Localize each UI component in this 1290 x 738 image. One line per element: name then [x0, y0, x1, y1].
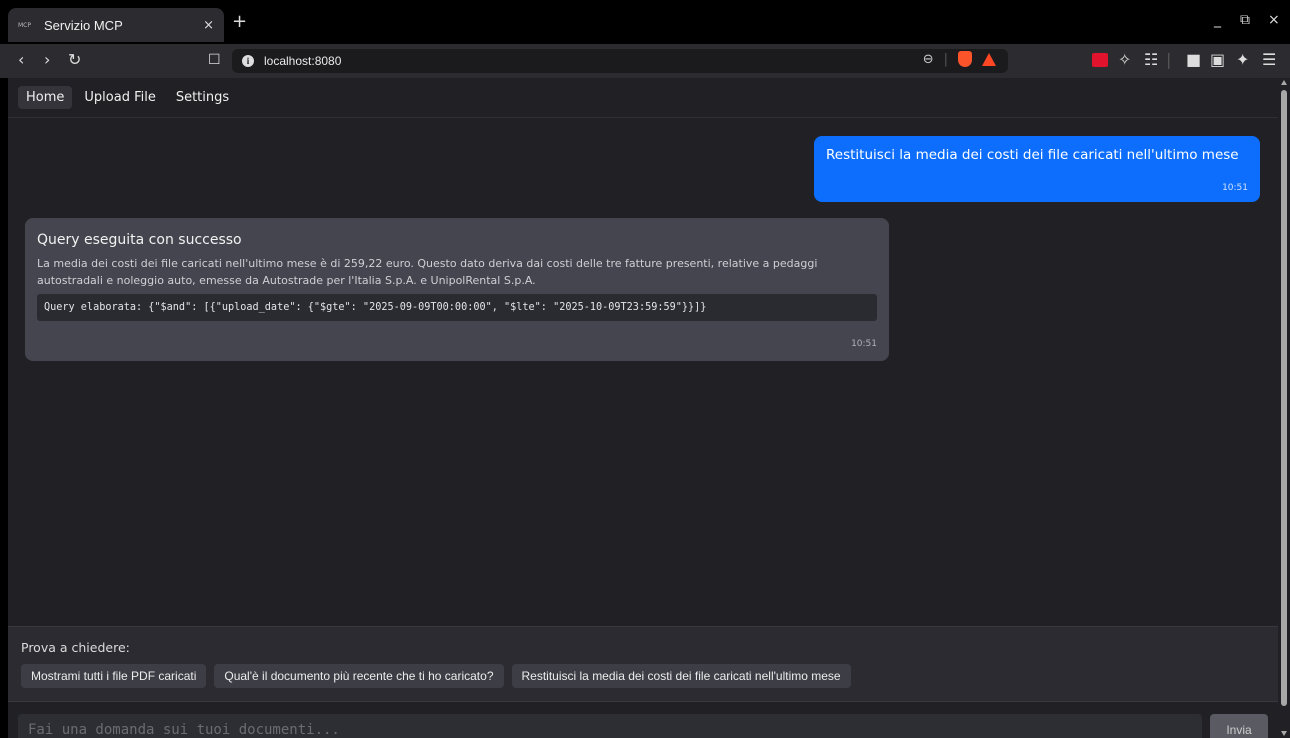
- browser-tab[interactable]: MCP Servizio MCP ×: [8, 8, 224, 42]
- nav-settings[interactable]: Settings: [168, 86, 237, 109]
- scroll-down-icon[interactable]: [1281, 731, 1287, 736]
- tab-strip: MCP Servizio MCP × + _ ⧉ ×: [0, 0, 1290, 44]
- browser-toolbar: ‹ › ↻ ☐ i localhost:8080 ⊖ | ✧ ☷ | ■ ▣ ✦…: [0, 44, 1290, 78]
- question-input[interactable]: [18, 714, 1202, 738]
- suggestion-chip[interactable]: Qual'è il documento più recente che ti h…: [214, 664, 504, 688]
- query-code-block: Query elaborata: {"$and": [{"upload_date…: [37, 294, 877, 321]
- bot-message: Query eseguita con successo La media dei…: [25, 218, 889, 361]
- new-tab-icon[interactable]: +: [232, 12, 247, 32]
- reload-icon[interactable]: ↻: [68, 50, 81, 70]
- mcp-favicon-icon: MCP: [18, 21, 31, 29]
- url-divider: |: [943, 51, 948, 67]
- bookmark-icon[interactable]: ☐: [208, 50, 221, 70]
- forward-icon[interactable]: ›: [44, 50, 50, 70]
- url-text: localhost:8080: [264, 54, 342, 68]
- sidebar-icon[interactable]: ■: [1186, 50, 1201, 70]
- tab-close-icon[interactable]: ×: [203, 18, 214, 33]
- menu-icon[interactable]: ☰: [1262, 50, 1276, 70]
- bot-message-body: La media dei costi dei file caricati nel…: [37, 257, 818, 287]
- web-page: Home Upload File Settings Restituisci la…: [8, 78, 1278, 738]
- address-bar[interactable]: i localhost:8080 ⊖ |: [232, 49, 1008, 73]
- bot-message-title: Query eseguita con successo: [37, 232, 242, 248]
- back-icon[interactable]: ‹: [18, 50, 24, 70]
- send-button[interactable]: Invia: [1210, 714, 1268, 738]
- toolbar-divider: |: [1166, 50, 1172, 69]
- restore-icon[interactable]: ⧉: [1240, 12, 1250, 28]
- scrollbar-thumb[interactable]: [1281, 90, 1287, 706]
- brave-rewards-icon[interactable]: [982, 52, 996, 66]
- user-message-time: 10:51: [1222, 183, 1248, 193]
- scroll-up-icon[interactable]: [1281, 80, 1287, 85]
- brave-shields-icon[interactable]: [958, 51, 972, 67]
- leo-ai-icon[interactable]: ✦: [1236, 50, 1249, 70]
- app-nav: Home Upload File Settings: [8, 78, 1278, 118]
- suggestions-panel: Prova a chiedere: Mostrami tutti i file …: [8, 626, 1278, 702]
- bot-message-time: 10:51: [851, 339, 877, 349]
- extensions-puzzle-icon[interactable]: ✧: [1118, 50, 1131, 70]
- zoom-icon[interactable]: ⊖: [923, 52, 934, 67]
- suggestions-label: Prova a chiedere:: [21, 640, 130, 655]
- user-message: Restituisci la media dei costi dei file …: [814, 136, 1260, 202]
- extension-red-icon[interactable]: [1092, 53, 1108, 67]
- wallet-icon[interactable]: ▣: [1210, 50, 1225, 70]
- nav-upload-file[interactable]: Upload File: [76, 86, 163, 109]
- nav-home[interactable]: Home: [18, 86, 73, 109]
- user-message-text: Restituisci la media dei costi dei file …: [826, 147, 1239, 163]
- reader-icon[interactable]: ☷: [1144, 50, 1158, 70]
- suggestion-chip[interactable]: Mostrami tutti i file PDF caricati: [21, 664, 207, 688]
- tab-title: Servizio MCP: [44, 17, 123, 33]
- page-scrollbar[interactable]: [1278, 78, 1290, 738]
- minimize-icon[interactable]: _: [1214, 12, 1221, 28]
- window-close-icon[interactable]: ×: [1268, 12, 1280, 28]
- suggestion-chip[interactable]: Restituisci la media dei costi dei file …: [511, 664, 851, 688]
- chat-input-bar: Invia: [8, 702, 1278, 738]
- site-info-icon[interactable]: i: [242, 55, 254, 67]
